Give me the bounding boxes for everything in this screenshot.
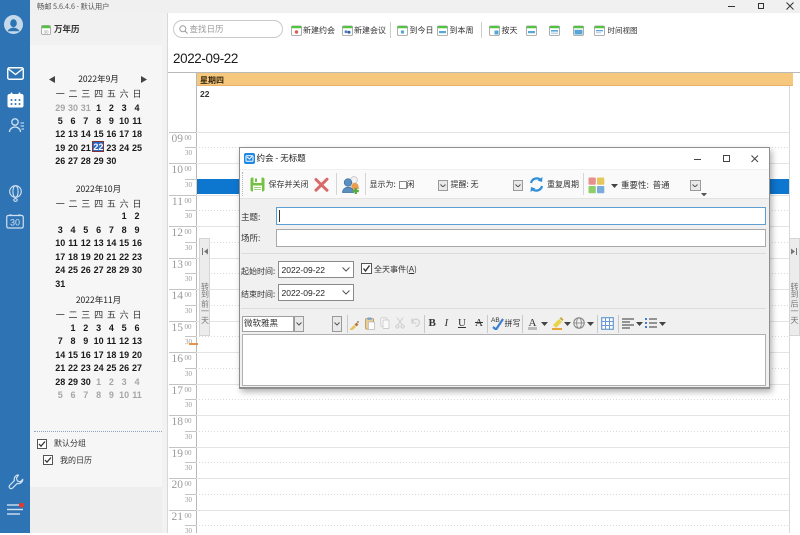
svg-text:AB: AB bbox=[491, 317, 500, 324]
svg-text:30: 30 bbox=[10, 218, 20, 228]
svg-text:30: 30 bbox=[43, 29, 49, 34]
